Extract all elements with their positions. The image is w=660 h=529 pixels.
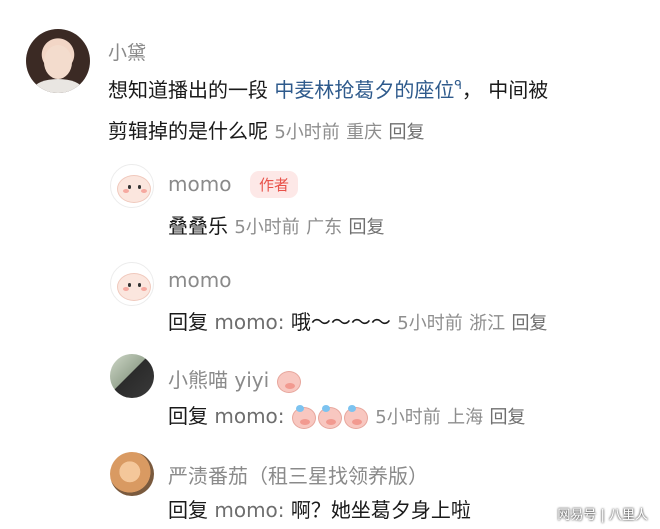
pig-sweat-icon <box>343 404 368 429</box>
avatar-momo[interactable] <box>110 262 154 306</box>
reply-author-line: 小熊喵 yiyi <box>168 364 302 393</box>
comment-text-line2: 剪辑掉的是什么呢 5小时前 重庆 回复 <box>108 115 425 144</box>
reply-text-line: 回复 momo: 哦～～～～ 5小时前 浙江 回复 <box>168 306 547 335</box>
mention-link[interactable]: momo: <box>214 498 284 522</box>
avatar-shirt <box>34 79 82 93</box>
reply-button[interactable]: 回复 <box>511 313 547 334</box>
avatar-momo[interactable] <box>110 164 154 208</box>
pig-face-icon <box>276 370 301 393</box>
avatar-face <box>44 45 72 79</box>
reply-button[interactable]: 回复 <box>489 407 525 428</box>
reply-prefix: 回复 <box>168 498 208 522</box>
author-badge: 作者 <box>250 171 299 198</box>
reply-text-line: 回复 momo: 5小时前 上海 回复 <box>168 400 525 429</box>
reply-text: 叠叠乐 <box>168 214 228 238</box>
mention-link[interactable]: momo: <box>214 310 284 334</box>
reply-prefix: 回复 <box>168 310 208 334</box>
mention-link[interactable]: momo: <box>214 404 284 428</box>
comment-author[interactable]: 小黛 <box>108 38 146 65</box>
comment-text-part1: 想知道播出的一段 <box>108 78 268 102</box>
reply-author[interactable]: momo <box>168 172 231 196</box>
pig-cheek <box>141 287 147 291</box>
reply-prefix: 回复 <box>168 404 208 428</box>
pig-cheek <box>123 189 129 193</box>
reply-text: 啊？她坐葛夕身上啦 <box>290 498 471 522</box>
reply-text-line: 回复 momo: 啊？她坐葛夕身上啦 <box>168 494 471 523</box>
reply-time: 5小时前 <box>375 407 441 428</box>
search-icon[interactable]: ᑫ <box>454 78 462 92</box>
comment-text-part2: ， 中间被 <box>461 78 549 102</box>
reply-button[interactable]: 回复 <box>349 217 385 238</box>
pig-eye <box>128 283 131 287</box>
reply-location: 浙江 <box>469 313 506 334</box>
pig-eye <box>138 283 141 287</box>
reply-location: 广东 <box>306 217 343 238</box>
pig-eye <box>138 185 141 189</box>
reply-time: 5小时前 <box>234 217 300 238</box>
avatar-xiaodai[interactable] <box>26 29 90 93</box>
reply-location: 上海 <box>447 407 484 428</box>
reply-time: 5小时前 <box>397 313 463 334</box>
pig-cheek <box>141 189 147 193</box>
comment-time: 5小时前 <box>274 122 340 143</box>
reply-text-line: 叠叠乐 5小时前 广东 回复 <box>168 210 385 239</box>
pig-sweat-icon <box>291 404 316 429</box>
pig-sweat-icon <box>317 404 342 429</box>
comment-text-line2-text: 剪辑掉的是什么呢 <box>108 119 268 143</box>
reply-author[interactable]: 严渍番茄（租三星找领养版） <box>168 460 428 489</box>
reply-text: 哦～～～～ <box>290 310 391 334</box>
comment-location: 重庆 <box>346 122 383 143</box>
comment-text-line1: 想知道播出的一段 中麦林抢葛夕的座位ᑫ， 中间被 <box>108 74 548 103</box>
avatar-xiaoxiongmiao[interactable] <box>110 354 154 398</box>
reply-button[interactable]: 回复 <box>389 122 425 143</box>
pig-cheek <box>123 287 129 291</box>
pig-eye <box>128 185 131 189</box>
search-link[interactable]: 中麦林抢葛夕的座位 <box>274 78 454 102</box>
watermark: 网易号 | 八里人 <box>557 508 648 523</box>
reply-author[interactable]: 小熊喵 yiyi <box>168 368 269 392</box>
reply-author[interactable]: momo <box>168 268 231 292</box>
avatar-yanzifanqie[interactable] <box>110 452 154 496</box>
